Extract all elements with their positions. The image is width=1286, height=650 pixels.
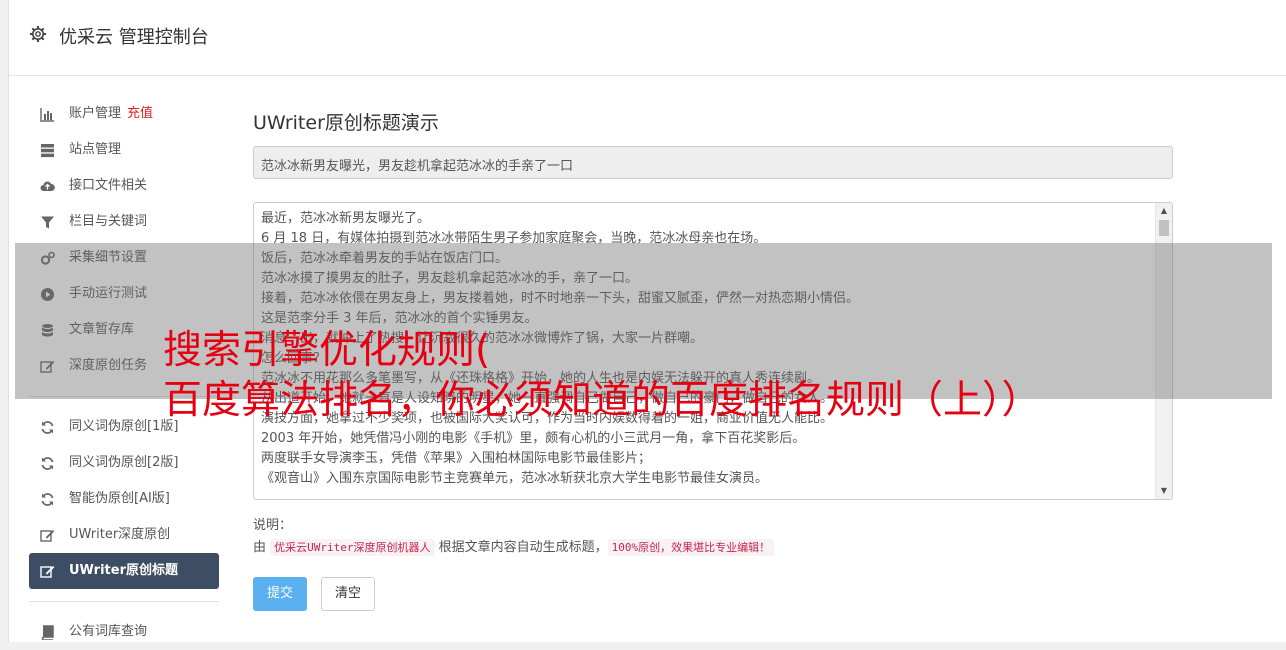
gear-icon [29, 25, 47, 43]
sidebar-item-label: 栏目与关键词 [69, 214, 148, 229]
filter-icon [40, 215, 55, 230]
article-line: 两度联手女导演李玉，凭借《苹果》入围柏林国际电影节最佳影片； [261, 451, 652, 466]
sidebar-item-synonym-v2[interactable]: 同义词伪原创[2版] [29, 445, 219, 481]
note-text: 由 优采云UWriter深度原创机器人 根据文章内容自动生成标题， 100%原创，… [253, 536, 775, 556]
sidebar-item-account[interactable]: 账户管理 充值 [29, 96, 219, 132]
sidebar-item-label: 账户管理 [69, 106, 122, 121]
article-line: 《观音山》入围东京国际电影节主竞赛单元，范冰冰斩获北京大学生电影节最佳女演员。 [261, 471, 769, 486]
bar-chart-icon [40, 107, 55, 122]
sidebar-item-label: 站点管理 [69, 142, 122, 157]
sidebar-item-label: 接口文件相关 [69, 178, 148, 193]
sidebar-item-columns-keywords[interactable]: 栏目与关键词 [29, 204, 219, 240]
note-highlight: 100%原创，效果堪比专业编辑！ [607, 539, 775, 556]
sidebar-item-label: 智能伪原创[AI版] [69, 491, 170, 506]
article-line: 最近，范冰冰新男友曝光了。 [261, 211, 431, 226]
note-prefix: 由 [253, 540, 271, 555]
edit-icon [40, 528, 55, 543]
sidebar-item-uwriter-deep[interactable]: UWriter深度原创 [29, 517, 219, 553]
sidebar-item-uwriter-title[interactable]: UWriter原创标题 [29, 553, 219, 589]
sidebar-item-sites[interactable]: 站点管理 [29, 132, 219, 168]
sidebar-item-public-lexicon[interactable]: 公有词库查询 [29, 614, 219, 650]
sidebar-item-label: 公有词库查询 [69, 624, 148, 639]
sidebar-item-label: 同义词伪原创[2版] [69, 455, 179, 470]
book-icon [40, 625, 55, 640]
scroll-thumb[interactable] [1159, 220, 1169, 236]
note-label: 说明： [253, 518, 293, 533]
edit-icon [40, 564, 55, 579]
note-robot-name: 优采云UWriter深度原创机器人 [270, 539, 435, 556]
submit-button[interactable]: 提交 [253, 577, 307, 611]
article-line: 2003 年开始，她凭借冯小刚的电影《手机》里，颇有心机的小三武月一角，拿下百花… [261, 431, 806, 446]
overlay-title-line1: 搜索引擎优化规则( [163, 328, 491, 373]
sidebar-item-label: UWriter深度原创 [69, 527, 171, 542]
overlay-title: 搜索引擎优化规则( 百度算法排名，你必须知道的百度排名规则（上）） [163, 326, 1273, 426]
clear-button[interactable]: 清空 [321, 577, 375, 611]
cloud-upload-icon [40, 179, 55, 194]
scroll-up-arrow-icon[interactable]: ▲ [1156, 204, 1172, 218]
refresh-icon [40, 492, 55, 507]
scroll-down-arrow-icon[interactable]: ▼ [1156, 484, 1172, 498]
page-title: UWriter原创标题演示 [253, 112, 439, 134]
note-middle: 根据文章内容自动生成标题， [434, 540, 608, 555]
sidebar-item-interface-files[interactable]: 接口文件相关 [29, 168, 219, 204]
header: 优采云 管理控制台 [9, 0, 1286, 76]
sidebar-item-ai-rewrite[interactable]: 智能伪原创[AI版] [29, 481, 219, 517]
app-title: 优采云 管理控制台 [59, 27, 209, 48]
sidebar-divider [29, 601, 219, 602]
sidebar-item-label: 同义词伪原创[1版] [69, 419, 179, 434]
server-icon [40, 143, 55, 158]
recharge-link[interactable]: 充值 [127, 106, 153, 121]
sidebar-item-label: UWriter原创标题 [69, 563, 178, 578]
refresh-icon [40, 420, 55, 435]
overlay-title-line2: 百度算法排名，你必须知道的百度排名规则（上）） [163, 378, 1041, 423]
generated-title-field[interactable]: 范冰冰新男友曝光，男友趁机拿起范冰冰的手亲了一口 [253, 146, 1173, 179]
refresh-icon [40, 456, 55, 471]
